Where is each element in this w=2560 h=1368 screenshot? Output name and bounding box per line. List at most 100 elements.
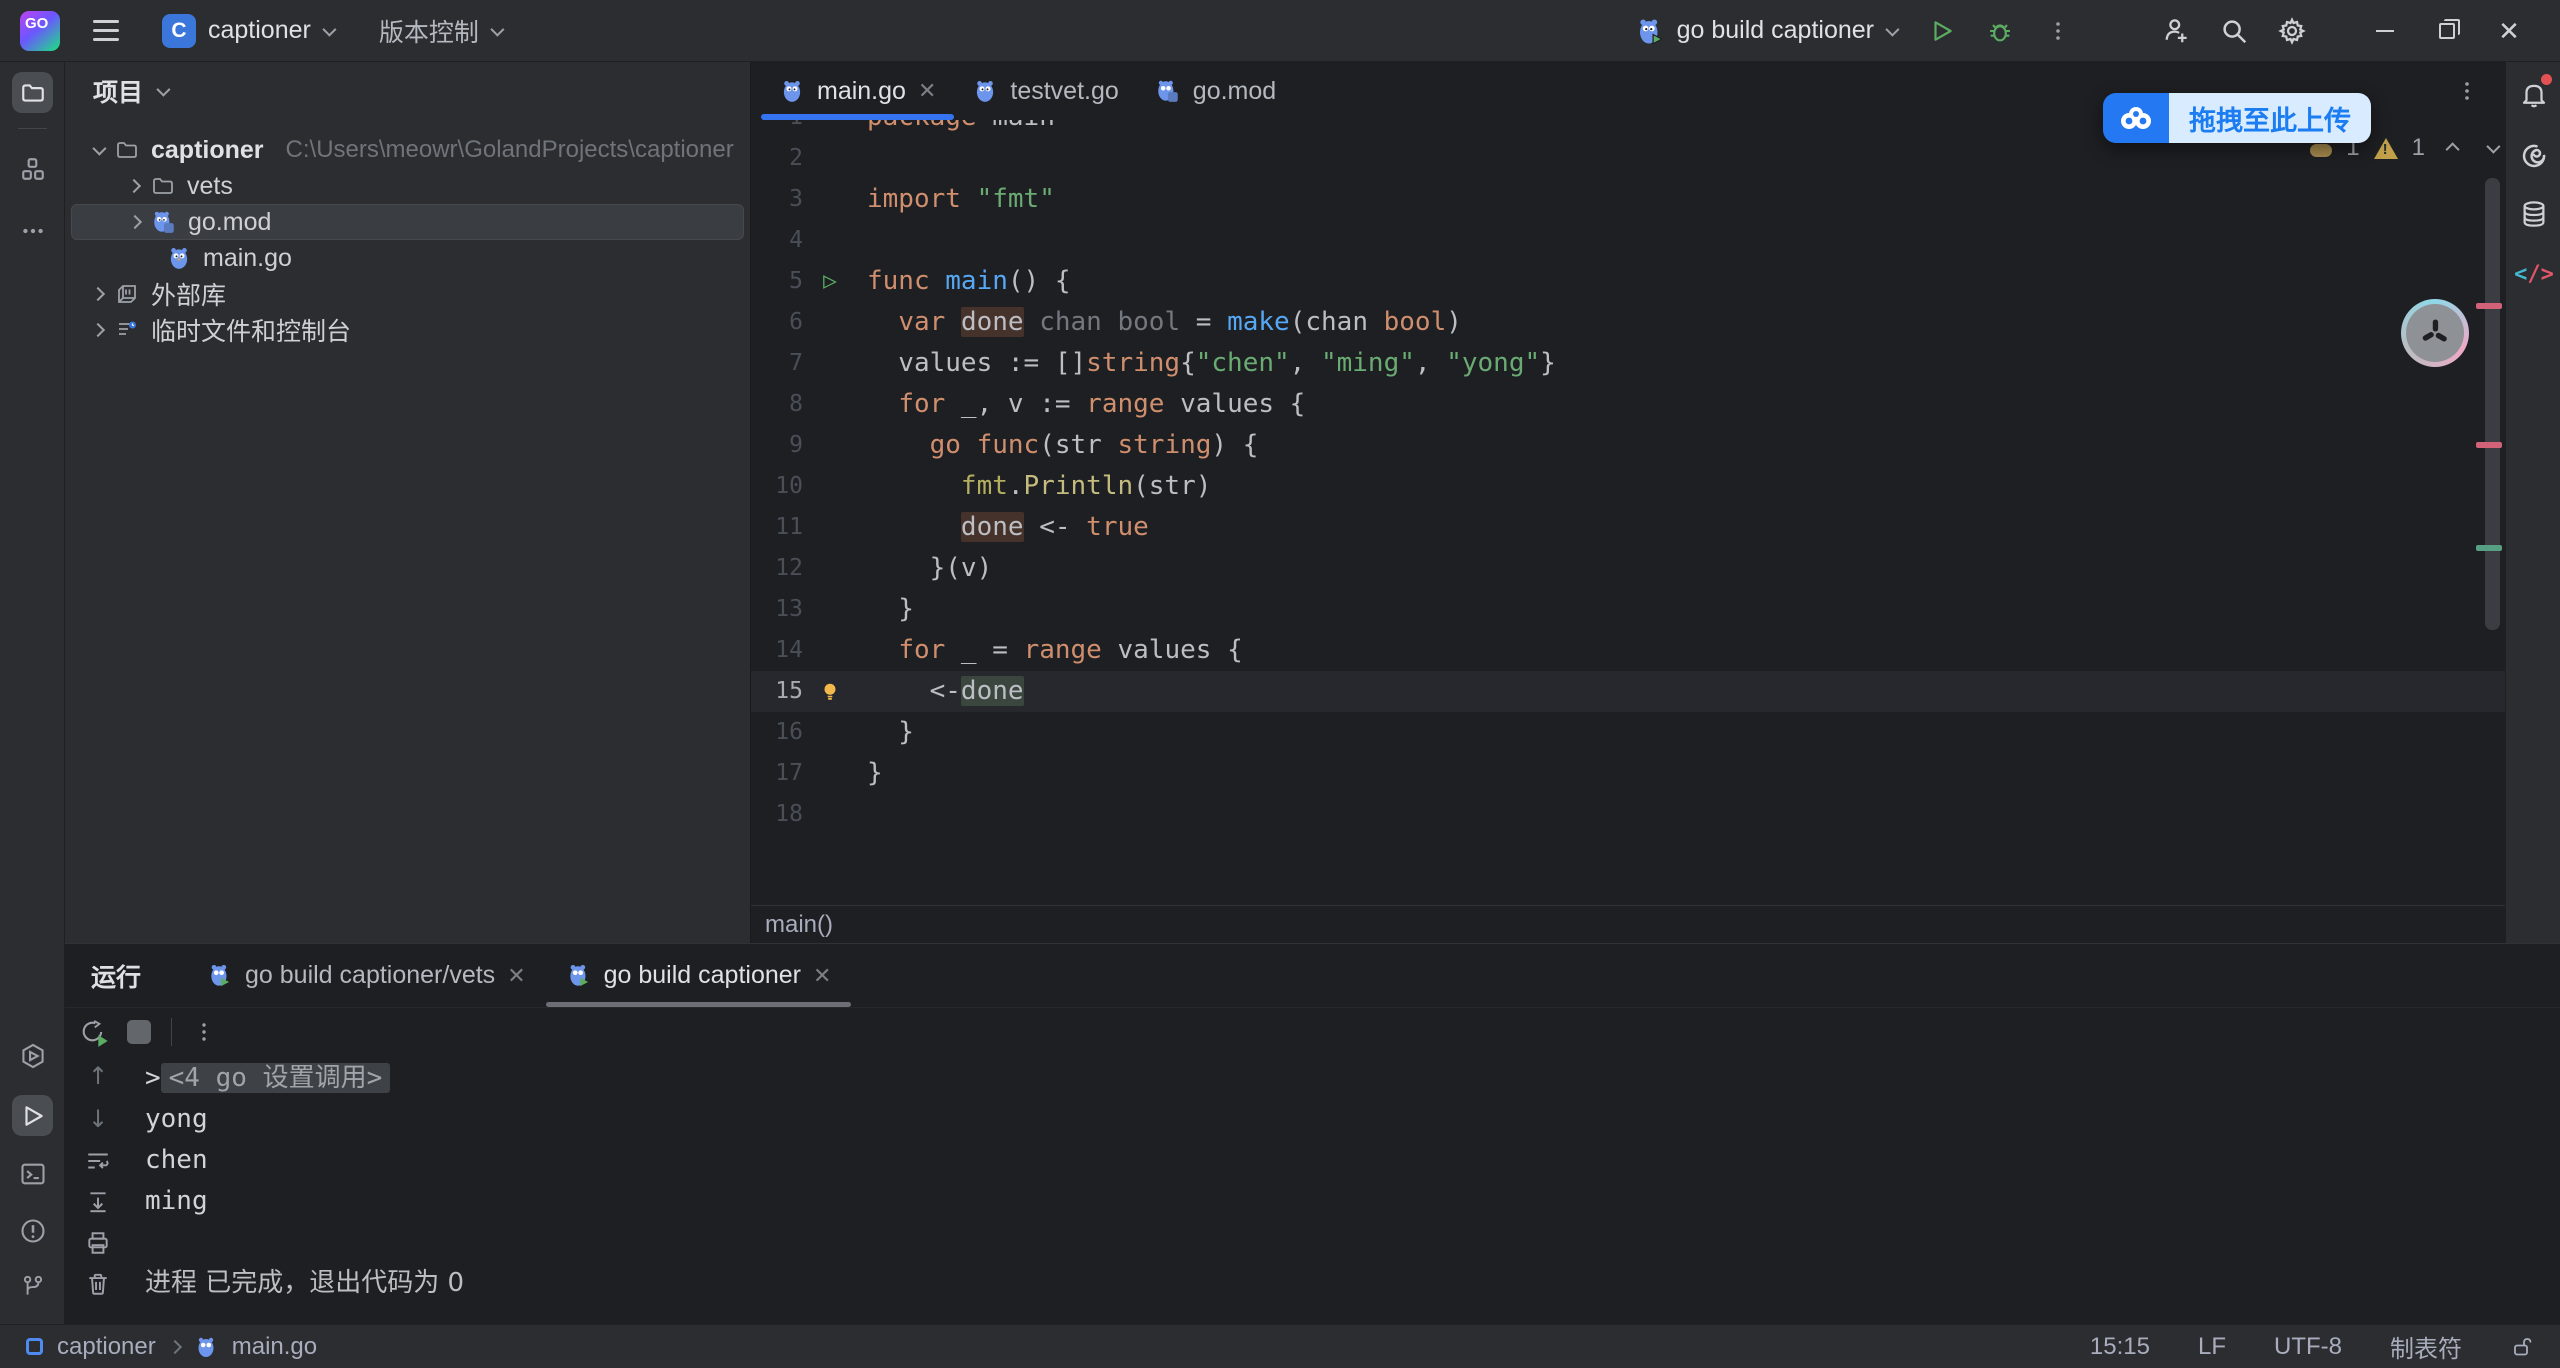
line-number[interactable]: 5 (751, 261, 809, 302)
code-line-10[interactable]: 10 fmt.Println(str) (751, 466, 2505, 507)
code-line-12[interactable]: 12 }(v) (751, 548, 2505, 589)
code-text[interactable]: import "fmt" (851, 179, 1055, 220)
line-number[interactable]: 10 (751, 466, 809, 507)
run-console[interactable]: ><4 go 设置调用> yongchenming 进程 已完成，退出代码为 0 (131, 1056, 2560, 1324)
code-line-16[interactable]: 16 } (751, 712, 2505, 753)
stop-button[interactable] (127, 1020, 151, 1044)
run-button[interactable] (1920, 9, 1964, 53)
soft-wrap-icon[interactable] (85, 1148, 111, 1174)
main-menu-button[interactable] (86, 11, 126, 51)
problems-toolwindow-icon[interactable] (12, 1210, 53, 1251)
code-line-11[interactable]: 11 done <- true (751, 507, 2505, 548)
error-stripe-mark[interactable] (2476, 545, 2502, 551)
tree-row-maingo[interactable]: main.go (65, 240, 750, 276)
code-line-17[interactable]: 17} (751, 753, 2505, 794)
code-text[interactable]: go func(str string) { (851, 425, 1258, 466)
prev-occurrence-icon[interactable]: ↑ (88, 1062, 108, 1090)
line-number[interactable]: 12 (751, 548, 809, 589)
code-text[interactable]: fmt.Println(str) (851, 466, 1211, 507)
run-tab-vets[interactable]: go build captioner/vets ✕ (187, 944, 546, 1007)
code-line-8[interactable]: 8 for _, v := range values { (751, 384, 2505, 425)
tree-row-scratches[interactable]: 临时文件和控制台 (65, 312, 750, 348)
ai-assistant-floating-button[interactable] (2401, 299, 2469, 367)
project-panel-header[interactable]: 项目 (65, 62, 750, 120)
rerun-button[interactable] (79, 1018, 107, 1046)
project-toolwindow-icon[interactable] (12, 72, 53, 113)
code-text[interactable]: var done chan bool = make(chan bool) (851, 302, 1462, 343)
file-encoding[interactable]: UTF-8 (2274, 1333, 2342, 1361)
line-number[interactable]: 6 (751, 302, 809, 343)
line-number[interactable]: 3 (751, 179, 809, 220)
run-configuration-selector[interactable]: go build captioner (1625, 10, 1906, 52)
code-plugin-toolwindow-icon[interactable]: </> (2514, 254, 2554, 294)
line-number[interactable]: 8 (751, 384, 809, 425)
settings-gear-icon[interactable] (2270, 9, 2314, 53)
code-text[interactable]: done <- true (851, 507, 1149, 548)
code-line-14[interactable]: 14 for _ = range values { (751, 630, 2505, 671)
close-tab-icon[interactable]: ✕ (918, 78, 936, 104)
line-number[interactable]: 15 (751, 671, 809, 712)
debug-button[interactable] (1978, 9, 2022, 53)
line-number[interactable]: 11 (751, 507, 809, 548)
run-line-icon[interactable]: ▷ (809, 261, 851, 302)
line-number[interactable]: 13 (751, 589, 809, 630)
close-button[interactable]: ✕ (2478, 9, 2540, 53)
code-line-7[interactable]: 7 values := []string{"chen", "ming", "yo… (751, 343, 2505, 384)
code-text[interactable]: } (851, 589, 914, 630)
line-ending[interactable]: LF (2198, 1333, 2226, 1361)
code-text[interactable]: for _ = range values { (851, 630, 1243, 671)
code-line-5[interactable]: 5▷func main() { (751, 261, 2505, 302)
code-text[interactable] (851, 138, 867, 179)
tree-row-gomod[interactable]: go.mod (71, 204, 744, 240)
run-toolwindow-icon[interactable] (12, 1095, 53, 1136)
search-icon[interactable] (2212, 9, 2256, 53)
code-text[interactable]: func main() { (851, 261, 1071, 302)
more-toolwindows-icon[interactable] (12, 210, 53, 251)
code-line-4[interactable]: 4 (751, 220, 2505, 261)
print-icon[interactable] (85, 1230, 111, 1256)
code-text[interactable]: package main (851, 120, 1055, 138)
console-command-line[interactable]: ><4 go 设置调用> (145, 1058, 2560, 1099)
line-number[interactable]: 4 (751, 220, 809, 261)
clear-console-trash-icon[interactable] (85, 1271, 111, 1297)
code-text[interactable]: } (851, 753, 883, 794)
close-tab-icon[interactable]: ✕ (507, 963, 525, 989)
run-tab-captioner[interactable]: go build captioner ✕ (546, 944, 852, 1007)
tab-options-icon[interactable] (2455, 62, 2479, 120)
restore-button[interactable] (2416, 9, 2478, 53)
indent-style[interactable]: 制表符 (2390, 1329, 2462, 1364)
line-number[interactable]: 16 (751, 712, 809, 753)
database-toolwindow-icon[interactable] (2514, 194, 2554, 234)
error-stripe-mark[interactable] (2476, 303, 2502, 309)
folded-command-chip[interactable]: <4 go 设置调用> (161, 1063, 391, 1093)
readonly-lock-icon[interactable] (2510, 1335, 2534, 1359)
line-number[interactable]: 17 (751, 753, 809, 794)
code-text[interactable] (851, 220, 867, 261)
code-line-15[interactable]: 15 <-done (751, 671, 2505, 712)
tree-row-external-libraries[interactable]: 外部库 (65, 276, 750, 312)
ai-assistant-toolwindow-icon[interactable] (2514, 135, 2554, 175)
tab-go-mod[interactable]: go.mod (1137, 62, 1294, 120)
intention-bulb-icon[interactable] (809, 671, 851, 712)
code-text[interactable]: }(v) (851, 548, 992, 589)
minimize-button[interactable] (2354, 9, 2416, 53)
run-more-options-icon[interactable] (192, 1020, 216, 1044)
vcs-widget[interactable]: 版本控制 (369, 7, 511, 55)
tab-testvet-go[interactable]: testvet.go (954, 62, 1136, 120)
tab-main-go[interactable]: main.go ✕ (761, 62, 954, 120)
code-text[interactable]: <-done (851, 671, 1024, 712)
scroll-to-end-icon[interactable] (85, 1189, 111, 1215)
next-occurrence-icon[interactable]: ↓ (88, 1105, 108, 1133)
code-text[interactable]: } (851, 712, 914, 753)
cursor-position[interactable]: 15:15 (2090, 1333, 2150, 1361)
line-number[interactable]: 2 (751, 138, 809, 179)
code-text[interactable]: values := []string{"chen", "ming", "yong… (851, 343, 1556, 384)
code-text[interactable]: for _, v := range values { (851, 384, 1305, 425)
line-number[interactable]: 1 (751, 120, 809, 138)
tree-row-vets[interactable]: vets (65, 168, 750, 204)
breadcrumb-file[interactable]: main.go (232, 1333, 317, 1361)
code-line-18[interactable]: 18 (751, 794, 2505, 835)
services-toolwindow-icon[interactable] (12, 1035, 53, 1076)
error-stripe-mark[interactable] (2476, 442, 2502, 448)
code-line-9[interactable]: 9 go func(str string) { (751, 425, 2505, 466)
